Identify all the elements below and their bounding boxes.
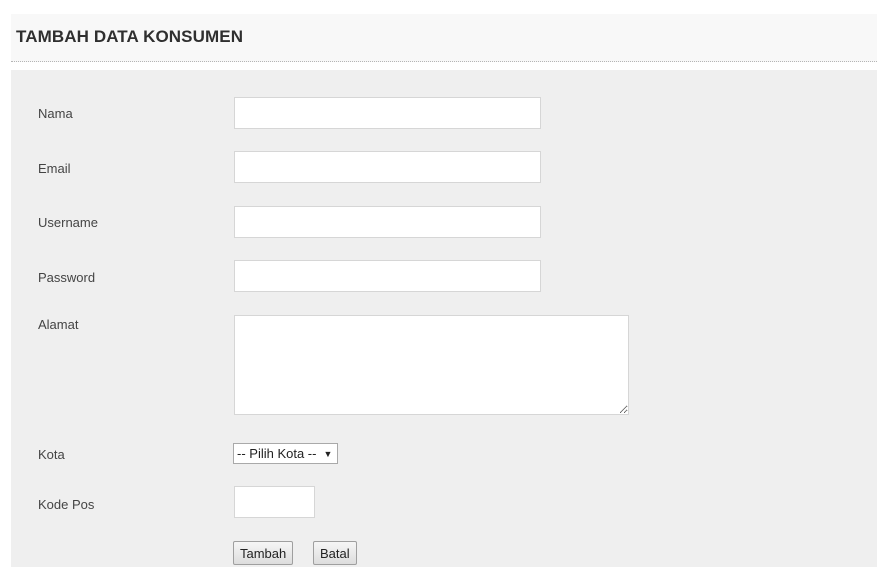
alamat-label: Alamat — [38, 317, 79, 332]
kode-pos-label: Kode Pos — [38, 497, 95, 512]
kota-select-value: -- Pilih Kota -- — [237, 446, 317, 461]
kota-select[interactable]: -- Pilih Kota -- ▼ — [233, 443, 339, 464]
tambah-button[interactable]: Tambah — [233, 541, 294, 565]
page-header: TAMBAH DATA KONSUMEN — [11, 14, 877, 62]
password-input[interactable] — [234, 260, 541, 292]
page: TAMBAH DATA KONSUMEN Nama Email Username… — [0, 0, 881, 567]
nama-label: Nama — [38, 106, 73, 121]
add-customer-form: Nama Email Username Password Alamat Kota… — [11, 70, 877, 567]
kota-label: Kota — [38, 447, 65, 462]
caret-down-icon: ▼ — [323, 448, 333, 459]
alamat-textarea[interactable] — [234, 315, 629, 415]
kode-pos-input[interactable] — [234, 486, 315, 518]
email-label: Email — [38, 161, 71, 176]
nama-input[interactable] — [234, 97, 541, 129]
page-title: TAMBAH DATA KONSUMEN — [16, 27, 244, 46]
batal-button[interactable]: Batal — [313, 541, 357, 565]
email-input[interactable] — [234, 151, 541, 183]
username-input[interactable] — [234, 206, 541, 238]
password-label: Password — [38, 270, 96, 285]
username-label: Username — [38, 215, 98, 230]
